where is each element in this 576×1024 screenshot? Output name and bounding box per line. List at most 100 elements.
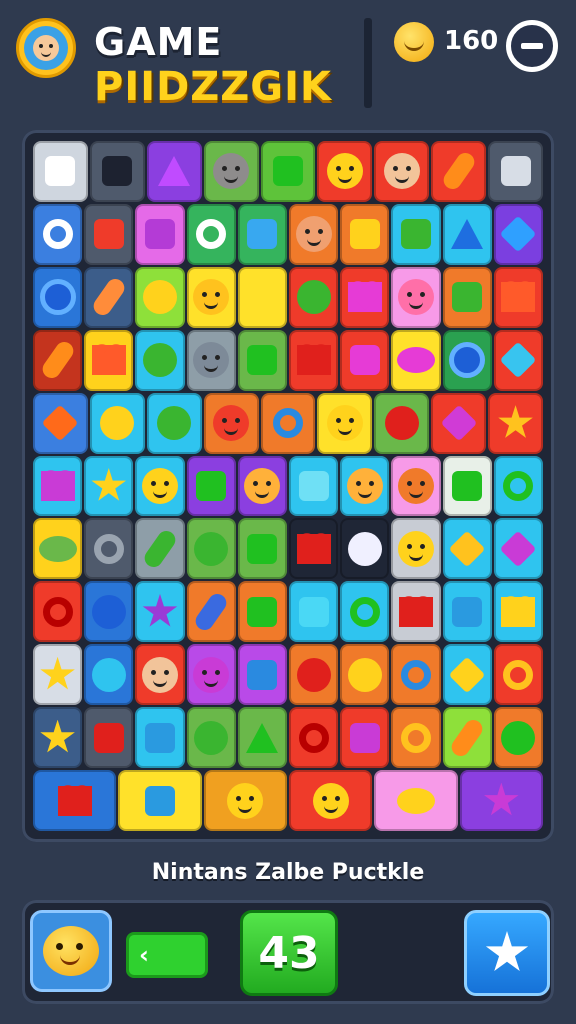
- board-tile[interactable]: [488, 141, 543, 202]
- board-tile[interactable]: [340, 518, 390, 580]
- board-tile[interactable]: [459, 770, 543, 831]
- board-tile[interactable]: [289, 329, 339, 391]
- board-tile[interactable]: [33, 141, 88, 202]
- board-tile[interactable]: [33, 203, 83, 265]
- board-tile[interactable]: [89, 392, 145, 454]
- board-tile[interactable]: [289, 518, 339, 580]
- board-tile[interactable]: [33, 581, 83, 643]
- board-tile[interactable]: [237, 707, 287, 769]
- board-tile[interactable]: [289, 266, 339, 328]
- board-tile[interactable]: [33, 329, 83, 391]
- board-tile[interactable]: [488, 392, 543, 454]
- board-tile[interactable]: [442, 707, 492, 769]
- board-tile[interactable]: [84, 203, 134, 265]
- board-tile[interactable]: [84, 266, 134, 328]
- board-tile[interactable]: [442, 203, 492, 265]
- board-tile[interactable]: [237, 203, 287, 265]
- board-tile[interactable]: [340, 707, 390, 769]
- board-tile[interactable]: [135, 329, 185, 391]
- board-tile[interactable]: [135, 518, 185, 580]
- board-tile[interactable]: [340, 644, 390, 706]
- board-tile[interactable]: [431, 392, 487, 454]
- board-tile[interactable]: [289, 581, 339, 643]
- board-tile[interactable]: [340, 581, 390, 643]
- board-tile[interactable]: [33, 518, 83, 580]
- board-tile[interactable]: [442, 644, 492, 706]
- board-tile[interactable]: [186, 266, 236, 328]
- board-tile[interactable]: [391, 329, 441, 391]
- board-tile[interactable]: [442, 581, 492, 643]
- board-tile[interactable]: [340, 329, 390, 391]
- board-tile[interactable]: [33, 707, 83, 769]
- board-tile[interactable]: [289, 644, 339, 706]
- board-tile[interactable]: [391, 266, 441, 328]
- board-tile[interactable]: [146, 392, 202, 454]
- board-tile[interactable]: [186, 518, 236, 580]
- board-tile[interactable]: [493, 518, 543, 580]
- board-tile[interactable]: [135, 581, 185, 643]
- star-button[interactable]: [464, 910, 550, 996]
- board-tile[interactable]: [135, 644, 185, 706]
- board-tile[interactable]: [340, 455, 390, 517]
- board-tile[interactable]: [33, 392, 88, 454]
- board-tile[interactable]: [431, 141, 487, 202]
- board-tile[interactable]: [84, 455, 134, 517]
- board-tile[interactable]: [237, 644, 287, 706]
- board-tile[interactable]: [391, 581, 441, 643]
- board-tile[interactable]: [89, 141, 145, 202]
- board-tile[interactable]: [317, 392, 373, 454]
- board-tile[interactable]: [186, 581, 236, 643]
- board-tile[interactable]: [135, 203, 185, 265]
- board-tile[interactable]: [374, 141, 430, 202]
- board-tile[interactable]: [289, 707, 339, 769]
- board-tile[interactable]: [442, 266, 492, 328]
- board-tile[interactable]: [493, 203, 543, 265]
- board-tile[interactable]: [84, 707, 134, 769]
- board-tile[interactable]: [186, 329, 236, 391]
- board-tile[interactable]: [340, 266, 390, 328]
- board-tile[interactable]: [289, 455, 339, 517]
- board-tile[interactable]: [391, 707, 441, 769]
- board-tile[interactable]: [203, 770, 287, 831]
- board-tile[interactable]: [203, 392, 259, 454]
- board-tile[interactable]: [237, 266, 287, 328]
- moves-counter[interactable]: 43: [240, 910, 338, 996]
- board-tile[interactable]: [391, 644, 441, 706]
- board-tile[interactable]: [237, 455, 287, 517]
- board-tile[interactable]: [391, 455, 441, 517]
- board-tile[interactable]: [186, 707, 236, 769]
- board-tile[interactable]: [340, 203, 390, 265]
- board-tile[interactable]: [374, 770, 458, 831]
- board-tile[interactable]: [442, 518, 492, 580]
- board-tile[interactable]: [493, 581, 543, 643]
- mascot-face-icon[interactable]: [16, 18, 76, 78]
- board-tile[interactable]: [203, 141, 259, 202]
- board-tile[interactable]: [33, 644, 83, 706]
- board-tile[interactable]: [135, 266, 185, 328]
- board-tile[interactable]: [186, 455, 236, 517]
- board-tile[interactable]: [186, 203, 236, 265]
- board-tile[interactable]: [237, 581, 287, 643]
- board-tile[interactable]: [84, 644, 134, 706]
- board-tile[interactable]: [289, 203, 339, 265]
- board-tile[interactable]: [84, 581, 134, 643]
- board-tile[interactable]: [237, 329, 287, 391]
- board-tile[interactable]: [33, 455, 83, 517]
- board-tile[interactable]: [493, 644, 543, 706]
- board-tile[interactable]: [493, 329, 543, 391]
- board-tile[interactable]: [493, 455, 543, 517]
- board-tile[interactable]: [391, 518, 441, 580]
- board-tile[interactable]: [84, 329, 134, 391]
- board-tile[interactable]: [33, 770, 117, 831]
- board-tile[interactable]: [442, 329, 492, 391]
- minus-button[interactable]: [506, 20, 558, 72]
- mascot-button[interactable]: [30, 910, 112, 992]
- board-tile[interactable]: [260, 392, 316, 454]
- back-button[interactable]: ‹: [126, 932, 208, 978]
- board-tile[interactable]: [493, 266, 543, 328]
- board-tile[interactable]: [186, 644, 236, 706]
- board-tile[interactable]: [146, 141, 202, 202]
- board-tile[interactable]: [33, 266, 83, 328]
- board-tile[interactable]: [260, 141, 316, 202]
- board-tile[interactable]: [118, 770, 202, 831]
